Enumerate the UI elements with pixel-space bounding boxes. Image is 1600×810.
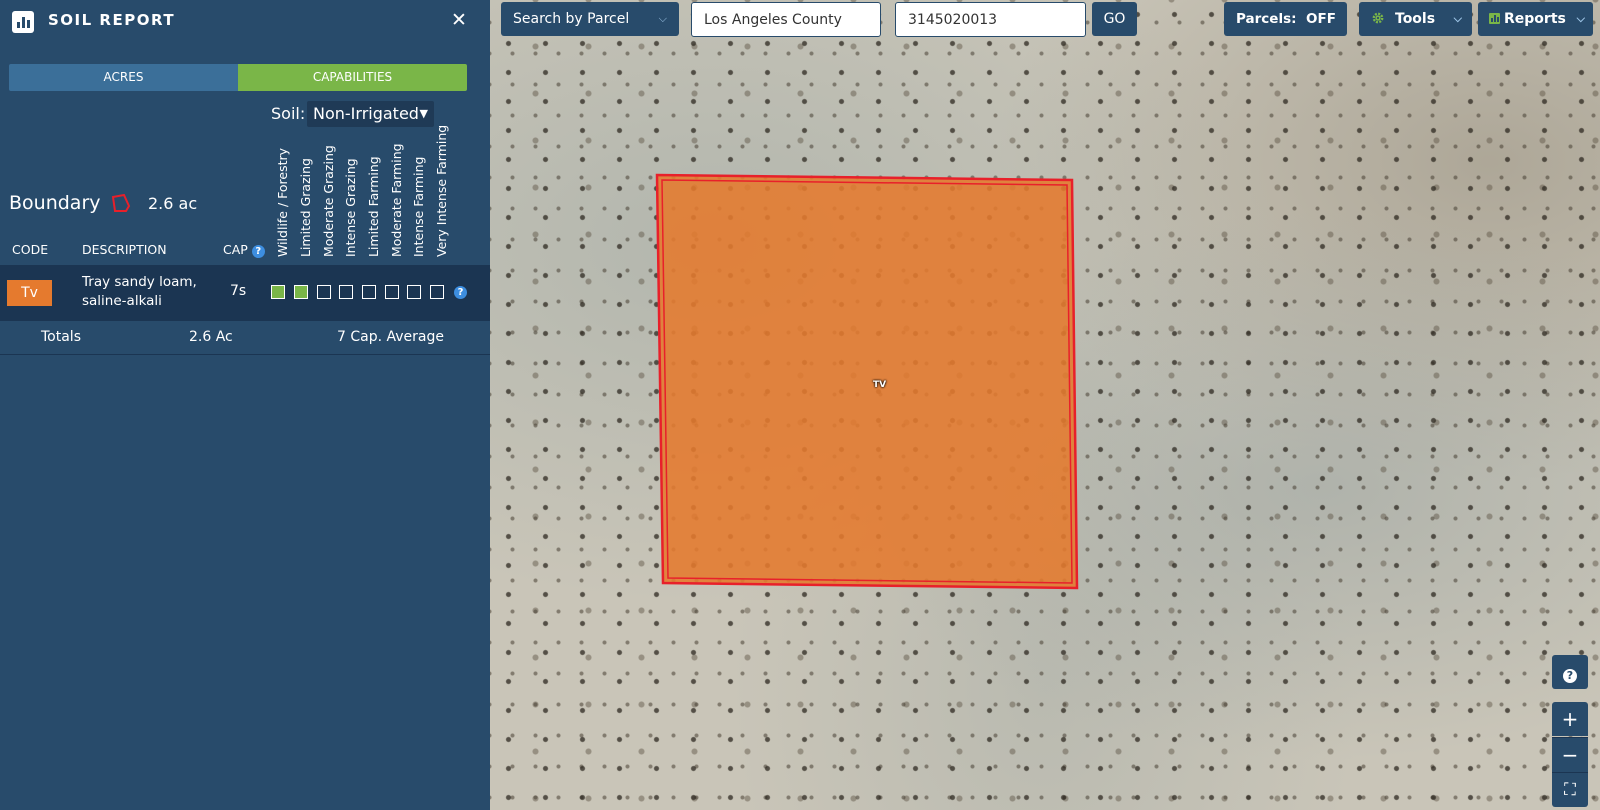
row-help-icon[interactable]: ? (454, 286, 467, 299)
fullscreen-button[interactable]: ⛶ (1552, 772, 1588, 807)
totals-row: Totals 2.6 Ac 7 Cap. Average (0, 321, 490, 355)
parcel-overlay (655, 173, 1079, 590)
cap-col-moderate-farming: Moderate Farming (389, 143, 404, 257)
map-help-button[interactable]: ? (1552, 655, 1588, 689)
cap-value: 7s (230, 283, 247, 299)
close-icon[interactable]: ✕ (451, 9, 467, 31)
cap-col-moderate-grazing: Moderate Grazing (321, 145, 336, 257)
table-row[interactable]: Tv Tray sandy loam, saline-alkali 7s ? (0, 265, 490, 321)
report-tabs: ACRES CAPABILITIES (9, 64, 467, 91)
caret-down-icon: ▼ (419, 107, 428, 120)
tab-capabilities[interactable]: CAPABILITIES (238, 64, 467, 91)
cap-box-wildlife-forestry (271, 285, 285, 299)
boundary-label: Boundary (9, 192, 101, 214)
soil-code-badge: Tv (7, 280, 52, 306)
cap-box-intense-grazing (339, 285, 353, 299)
panel-title: SOIL REPORT (48, 11, 176, 29)
soil-type-value: Non-Irrigated (313, 104, 419, 123)
satellite-map[interactable]: TV Search by Parcel ⌵ GO Parcels: OFF To… (490, 0, 1600, 810)
cap-col-limited-farming: Limited Farming (366, 156, 381, 257)
boundary-area: 2.6 ac (148, 194, 198, 213)
go-button[interactable]: GO (1092, 2, 1137, 36)
cap-box-intense-farming (407, 285, 421, 299)
parcel-fill (655, 173, 1079, 590)
chevron-down-icon: ⌵ (658, 12, 667, 25)
chevron-down-icon: ⌵ (1576, 12, 1585, 25)
cap-col-intense-grazing: Intense Grazing (343, 158, 358, 257)
parcel-soil-label: TV (873, 380, 887, 390)
parcels-toggle-state: OFF (1306, 11, 1336, 27)
soil-description-line2: saline-alkali (82, 293, 162, 309)
soil-label: Soil: (271, 104, 306, 123)
help-icon: ? (1563, 669, 1577, 683)
polygon-icon (111, 194, 131, 212)
cap-box-limited-grazing (294, 285, 308, 299)
tab-acres[interactable]: ACRES (9, 64, 238, 91)
cap-col-very-intense-farming: Very Intense Farming (434, 124, 449, 257)
reports-dropdown[interactable]: Reports ⌵ (1478, 2, 1593, 36)
col-header-description: DESCRIPTION (82, 242, 167, 257)
cap-box-very-intense-farming (430, 285, 444, 299)
col-header-cap: CAP ? (223, 242, 265, 258)
help-icon[interactable]: ? (251, 245, 265, 258)
bar-chart-icon (1489, 13, 1500, 24)
search-mode-label: Search by Parcel (513, 11, 630, 27)
zoom-in-button[interactable]: + (1552, 702, 1588, 736)
gear-icon (1372, 12, 1384, 24)
col-header-code: CODE (12, 242, 49, 257)
panel-header: SOIL REPORT ✕ (0, 0, 490, 42)
cap-col-intense-farming: Intense Farming (411, 156, 426, 257)
parcels-toggle-label: Parcels: (1236, 11, 1297, 27)
tools-label: Tools (1395, 11, 1436, 27)
cap-col-limited-grazing: Limited Grazing (298, 158, 313, 257)
reports-label: Reports (1504, 11, 1566, 27)
tools-dropdown[interactable]: Tools ⌵ (1359, 2, 1472, 36)
chevron-down-icon: ⌵ (1453, 12, 1462, 25)
cap-box-moderate-grazing (317, 285, 331, 299)
col-header-cap-label: CAP (223, 242, 248, 257)
totals-label: Totals (41, 329, 81, 345)
soil-report-panel: SOIL REPORT ✕ ACRES CAPABILITIES Soil: N… (0, 0, 490, 810)
soil-description: Tray sandy loam, saline-alkali (82, 273, 222, 311)
bar-chart-icon (12, 11, 34, 33)
totals-cap-average: 7 Cap. Average (337, 329, 444, 345)
county-input[interactable] (691, 2, 881, 37)
search-mode-dropdown[interactable]: Search by Parcel ⌵ (501, 2, 679, 36)
soil-description-line1: Tray sandy loam, (82, 274, 197, 290)
totals-acres: 2.6 Ac (189, 329, 233, 345)
soil-type-select[interactable]: Non-Irrigated ▼ (307, 101, 434, 127)
zoom-out-button[interactable]: − (1552, 737, 1588, 772)
cap-box-moderate-farming (385, 285, 399, 299)
parcels-toggle[interactable]: Parcels: OFF (1224, 2, 1347, 36)
cap-box-limited-farming (362, 285, 376, 299)
cap-col-wildlife-forestry: Wildlife / Forestry (275, 147, 290, 257)
parcel-number-input[interactable] (895, 2, 1086, 37)
